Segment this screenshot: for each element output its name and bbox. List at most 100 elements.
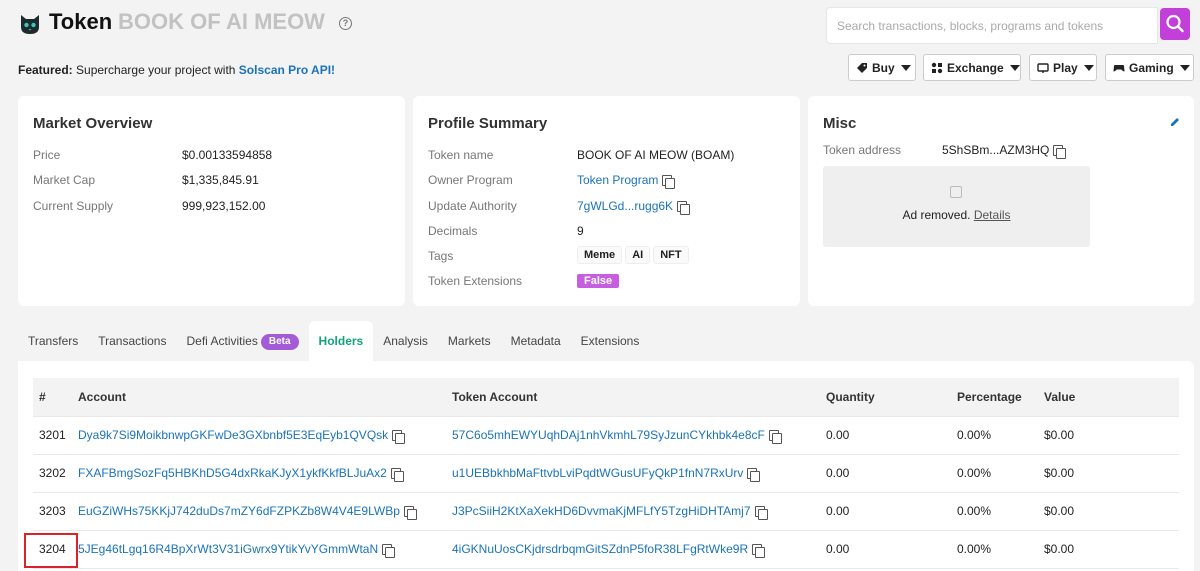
exchange-label: Exchange	[947, 60, 1004, 75]
tab-defi-activities[interactable]: Defi Activities Beta	[176, 321, 308, 361]
table-header-row: # Account Token Account Quantity Percent…	[33, 378, 1179, 417]
tags-list: Meme AI NFT	[577, 246, 692, 264]
account-link[interactable]: Dya9k7Si9MoikbnwpGKFwDe3GXbnbf5E3EqEyb1Q…	[78, 428, 388, 442]
tag-meme[interactable]: Meme	[577, 246, 623, 264]
search-box	[826, 7, 1158, 44]
misc-card: Misc Token address 5ShSBm...AZM3HQ Ad re…	[808, 96, 1194, 306]
featured-link[interactable]: Solscan Pro API!	[239, 63, 335, 77]
token-extensions-value: False	[577, 273, 620, 288]
copy-icon[interactable]	[390, 468, 404, 482]
play-menu-button[interactable]: Play	[1029, 54, 1097, 81]
supply-value: 999,923,152.00	[182, 199, 266, 213]
rank-cell: 3203	[33, 492, 72, 531]
ad-removed-text: Ad removed. Details	[823, 208, 1090, 222]
ad-removed-label: Ad removed.	[902, 208, 971, 222]
token-extensions-label: Token Extensions	[428, 274, 523, 288]
holders-table: # Account Token Account Quantity Percent…	[33, 378, 1179, 569]
market-cap-label: Market Cap	[33, 173, 96, 187]
token-address-value: 5ShSBm...AZM3HQ	[942, 143, 1050, 157]
search-button[interactable]	[1160, 8, 1190, 40]
table-row: 3204 5JEg46tLgq16R4BpXrWt3V31iGwrx9YtikY…	[33, 530, 1179, 569]
token-account-link[interactable]: J3PcSiiH2KtXaXekHD6DvvmaKjMFLfY5TzgHiDHT…	[452, 504, 751, 518]
ad-details-link[interactable]: Details	[974, 208, 1011, 222]
market-overview-title: Market Overview	[33, 115, 153, 132]
copy-icon[interactable]	[1053, 145, 1067, 159]
account-cell: Dya9k7Si9MoikbnwpGKFwDe3GXbnbf5E3EqEyb1Q…	[72, 416, 446, 455]
search-input[interactable]	[827, 8, 1157, 43]
buy-label: Buy	[872, 60, 895, 75]
copy-icon[interactable]	[392, 430, 406, 444]
value-cell: $0.00	[1038, 492, 1179, 531]
account-link[interactable]: EuGZiWHs75KKjJ742duDs7mZY6dFZPKZb8W4V4E9…	[78, 504, 400, 518]
market-cap-value: $1,335,845.91	[182, 173, 259, 187]
tab-metadata[interactable]: Metadata	[501, 321, 571, 361]
value-cell: $0.00	[1038, 416, 1179, 455]
price-value: $0.00133594858	[182, 148, 273, 162]
owner-program-link[interactable]: Token Program	[577, 173, 658, 187]
highlight-box	[24, 533, 78, 568]
token-account-link[interactable]: 4iGKNuUosCKjdrsdrbqmGitSZdnP5foR38LFgRtW…	[452, 542, 748, 556]
token-address-label: Token address	[823, 143, 902, 157]
copy-icon[interactable]	[752, 544, 766, 558]
tab-extensions[interactable]: Extensions	[571, 321, 650, 361]
rank-cell: 3202	[33, 454, 72, 493]
tags-label: Tags	[428, 249, 454, 263]
tab-holders[interactable]: Holders	[308, 321, 374, 361]
profile-summary-title: Profile Summary	[428, 115, 548, 132]
tag-nft[interactable]: NFT	[653, 246, 689, 264]
column-header-value: Value	[1038, 378, 1179, 417]
market-overview-card: Market Overview Price $0.00133594858 Mar…	[18, 96, 405, 306]
price-label: Price	[33, 148, 61, 162]
token-address-row: 5ShSBm...AZM3HQ	[942, 143, 1067, 159]
copy-icon[interactable]	[677, 201, 691, 215]
exchange-icon	[931, 62, 943, 73]
rank-cell: 3201	[33, 416, 72, 455]
copy-icon[interactable]	[403, 506, 417, 520]
update-authority-link[interactable]: 7gWLGd...rugg6K	[577, 199, 673, 213]
token-account-cell: 57C6o5mhEWYUqhDAj1nhVkmhL79SyJzunCYkhbk4…	[446, 416, 820, 455]
buy-menu-button[interactable]: Buy	[848, 54, 916, 81]
gamepad-icon	[1113, 64, 1125, 71]
tab-bar: Transfers Transactions Defi Activities Be…	[18, 321, 649, 361]
help-icon[interactable]: ?	[339, 17, 352, 30]
account-link[interactable]: 5JEg46tLgq16R4BpXrWt3V31iGwrx9YtikYvYGmm…	[78, 542, 378, 556]
tab-transfers[interactable]: Transfers	[18, 321, 88, 361]
value-cell: $0.00	[1038, 530, 1179, 569]
ad-placeholder: Ad removed. Details	[823, 166, 1090, 247]
misc-title: Misc	[823, 115, 857, 132]
token-account-link[interactable]: 57C6o5mhEWYUqhDAj1nhVkmhL79SyJzunCYkhbk4…	[452, 428, 765, 442]
copy-icon[interactable]	[382, 544, 396, 558]
copy-icon[interactable]	[754, 506, 768, 520]
page-title: Token	[49, 9, 113, 34]
chevron-down-icon	[1179, 64, 1190, 71]
beta-badge: Beta	[260, 334, 299, 350]
table-row: 3201 Dya9k7Si9MoikbnwpGKFwDe3GXbnbf5E3Eq…	[33, 416, 1179, 455]
tab-markets[interactable]: Markets	[438, 321, 501, 361]
column-header-rank: #	[33, 378, 72, 417]
tab-transactions[interactable]: Transactions	[88, 321, 176, 361]
copy-icon[interactable]	[662, 175, 676, 189]
percentage-cell: 0.00%	[951, 530, 1038, 569]
tab-defi-label: Defi Activities	[186, 334, 258, 348]
image-placeholder-icon	[950, 186, 962, 198]
exchange-menu-button[interactable]: Exchange	[923, 54, 1021, 81]
copy-icon[interactable]	[768, 430, 782, 444]
table-row: 3202 FXAFBmgSozFq5HBKhD5G4dxRkaKJyX1ykfK…	[33, 454, 1179, 493]
owner-program-label: Owner Program	[428, 173, 513, 187]
column-header-percentage: Percentage	[951, 378, 1038, 417]
quantity-cell: 0.00	[820, 454, 951, 493]
account-link[interactable]: FXAFBmgSozFq5HBKhD5G4dxRkaKJyX1ykfKkfBLJ…	[78, 466, 387, 480]
featured-text: Supercharge your project with	[76, 63, 236, 77]
tag-ai[interactable]: AI	[625, 246, 651, 264]
token-account-cell: 4iGKNuUosCKjdrsdrbqmGitSZdnP5foR38LFgRtW…	[446, 530, 820, 569]
account-cell: 5JEg46tLgq16R4BpXrWt3V31iGwrx9YtikYvYGmm…	[72, 530, 446, 569]
percentage-cell: 0.00%	[951, 416, 1038, 455]
token-name-title: BOOK OF AI MEOW	[118, 9, 325, 34]
tab-analysis[interactable]: Analysis	[373, 321, 438, 361]
token-account-link[interactable]: u1UEBbkhbMaFttvbLviPqdtWGusUFyQkP1fnN7Rx…	[452, 466, 743, 480]
quantity-cell: 0.00	[820, 530, 951, 569]
copy-icon[interactable]	[747, 468, 761, 482]
edit-icon[interactable]	[1170, 117, 1180, 127]
gaming-menu-button[interactable]: Gaming	[1105, 54, 1194, 81]
logo-icon[interactable]	[18, 12, 42, 36]
